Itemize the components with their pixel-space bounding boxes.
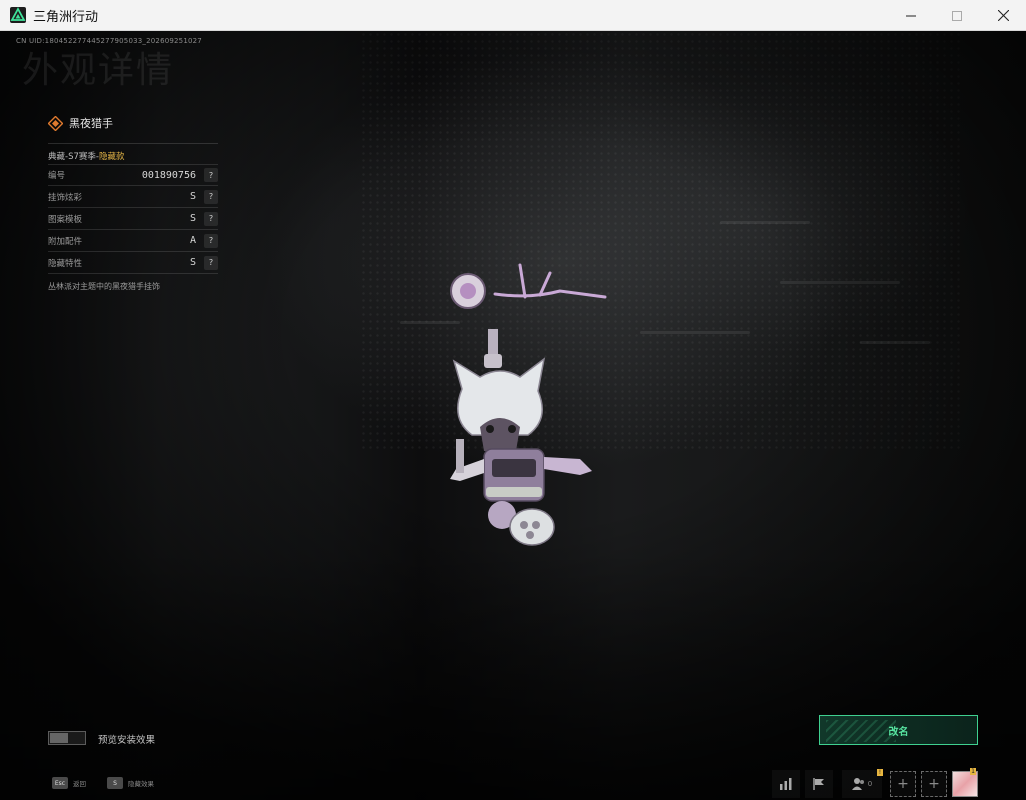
item-tier: 典藏-S7赛季-隐藏款 [48,150,218,164]
bar-chart-icon [780,778,792,790]
page-title: 外观详情 [22,50,175,91]
attribute-label: 附加配件 [48,236,83,247]
s-key-icon: S [107,777,123,789]
esc-key-icon: Esc [52,777,68,789]
item-header: 黑夜猎手 [48,113,218,133]
attribute-row-pattern: 图案模板 S ? [48,208,218,230]
team-notification-badge: ! [877,769,883,776]
attribute-label: 编号 [48,171,66,181]
preview-install-label: 预览安装效果 [98,735,156,746]
item-name: 黑夜猎手 [69,117,113,130]
team-button[interactable]: 0 [842,770,882,798]
attribute-value: S [189,257,196,268]
attribute-label: 隐藏特性 [48,258,83,269]
team-slot-1[interactable]: + [890,771,916,797]
stats-button[interactable] [772,770,800,798]
close-button[interactable] [980,0,1026,31]
rename-button[interactable]: 改名 [819,715,978,745]
hint-hide-effect[interactable]: S 隐藏效果 [107,777,154,789]
preview-install-toggle[interactable] [48,731,86,745]
help-icon[interactable]: ? [204,211,218,226]
avatar-badge: 1 [970,768,976,775]
rename-button-label: 改名 [888,726,909,738]
attribute-label: 挂饰炫彩 [48,192,83,203]
attribute-value: 001890756 [141,169,196,181]
attribute-value: A [189,235,196,246]
attribute-label: 图案模板 [48,214,83,225]
flag-icon [813,778,824,790]
game-viewport[interactable]: CN UID:180452277445277905033_20260925102… [0,31,1026,800]
window-titlebar: 三角洲行动 [0,0,1026,31]
hint-label: 隐藏效果 [128,780,154,788]
item-info-panel: 黑夜猎手 典藏-S7赛季-隐藏款 编号 001890756 ? 挂饰炫彩 S ?… [48,113,218,292]
attribute-row-hidden-trait: 隐藏特性 S ? [48,252,218,274]
close-icon [997,10,1009,21]
help-icon[interactable]: ? [204,255,218,270]
window-title: 三角洲行动 [33,9,99,25]
attribute-row-accessory: 附加配件 A ? [48,230,218,252]
toggle-knob [50,733,68,743]
hint-label: 返回 [73,780,86,788]
item-tier-prefix: 典藏-S7赛季- [48,152,99,162]
divider [48,143,218,144]
item-description: 丛林派对主题中的黑夜猎手挂饰 [48,282,160,291]
help-icon[interactable]: ? [204,189,218,204]
maximize-icon [952,10,962,21]
attribute-value: S [189,191,196,202]
hint-back[interactable]: Esc 返回 [52,777,86,789]
charm-model-preview[interactable] [440,259,610,549]
app-logo-icon [10,7,26,23]
help-icon[interactable]: ? [204,168,218,182]
window-controls [888,0,1026,31]
maximize-button[interactable] [934,0,980,31]
item-tier-highlight: 隐藏款 [98,152,125,162]
attribute-value: S [189,213,196,224]
team-slot-2[interactable]: + [921,771,947,797]
rarity-diamond-icon [48,115,63,131]
attribute-row-serial: 编号 001890756 ? [48,164,218,186]
button-pattern [826,720,896,742]
team-icon [851,778,864,790]
add-member-icon: + [928,776,940,792]
add-member-icon: + [897,776,909,792]
attribute-row-color: 挂饰炫彩 S ? [48,186,218,208]
minimize-icon [906,15,916,16]
mission-button[interactable] [805,770,833,798]
minimize-button[interactable] [888,0,934,31]
team-count: 0 [867,780,873,788]
help-icon[interactable]: ? [204,233,218,248]
